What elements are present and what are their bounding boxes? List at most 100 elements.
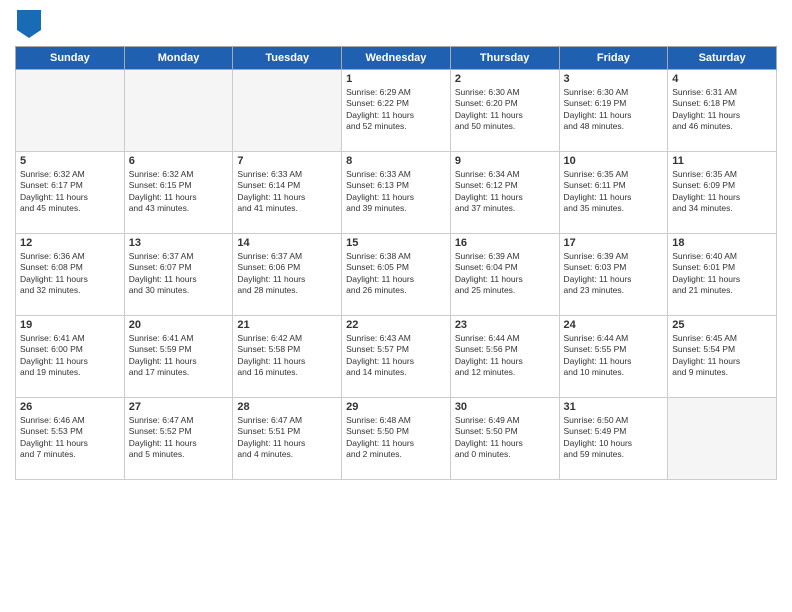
day-info: Sunrise: 6:48 AM Sunset: 5:50 PM Dayligh… [346, 415, 446, 461]
day-cell: 19Sunrise: 6:41 AM Sunset: 6:00 PM Dayli… [16, 316, 125, 398]
day-number: 6 [129, 155, 229, 167]
day-cell: 24Sunrise: 6:44 AM Sunset: 5:55 PM Dayli… [559, 316, 668, 398]
day-number: 28 [237, 401, 337, 413]
day-info: Sunrise: 6:33 AM Sunset: 6:13 PM Dayligh… [346, 169, 446, 215]
day-cell: 31 Sunrise: 6:50 AM Sunset: 5:49 PM Dayli… [559, 398, 668, 480]
day-cell: 11Sunrise: 6:35 AM Sunset: 6:09 PM Dayli… [668, 152, 777, 234]
day-number: 1 [346, 73, 446, 85]
day-cell: 5Sunrise: 6:32 AM Sunset: 6:17 PM Daylig… [16, 152, 125, 234]
day-number: 7 [237, 155, 337, 167]
day-info: Sunrise: 6:47 AM Sunset: 5:52 PM Dayligh… [129, 415, 229, 461]
day-cell: 27 Sunrise: 6:47 AM Sunset: 5:52 PM Dayli… [124, 398, 233, 480]
day-number: 10 [564, 155, 664, 167]
day-number: 4 [672, 73, 772, 85]
day-number: 12 [20, 237, 120, 249]
day-cell: 3Sunrise: 6:30 AM Sunset: 6:19 PM Daylig… [559, 70, 668, 152]
day-cell: 9 Sunrise: 6:34 AM Sunset: 6:12 PM Daylig… [450, 152, 559, 234]
day-cell [16, 70, 125, 152]
day-info: Sunrise: 6:43 AM Sunset: 5:57 PM Dayligh… [346, 333, 446, 379]
day-number: 8 [346, 155, 446, 167]
day-number: 16 [455, 237, 555, 249]
day-number: 24 [564, 319, 664, 331]
day-info: Sunrise: 6:30 AM Sunset: 6:20 PM Dayligh… [455, 87, 555, 133]
day-number: 9 [455, 155, 555, 167]
day-number: 29 [346, 401, 446, 413]
weekday-saturday: Saturday [668, 47, 777, 70]
day-cell: 13 Sunrise: 6:37 AM Sunset: 6:07 PM Dayli… [124, 234, 233, 316]
day-cell: 1 Sunrise: 6:29 AM Sunset: 6:22 PM Daylig… [342, 70, 451, 152]
day-number: 20 [129, 319, 229, 331]
week-row-3: 12 Sunrise: 6:36 AM Sunset: 6:08 PM Dayli… [16, 234, 777, 316]
day-cell: 7 Sunrise: 6:33 AM Sunset: 6:14 PM Daylig… [233, 152, 342, 234]
day-cell: 25Sunrise: 6:45 AM Sunset: 5:54 PM Dayli… [668, 316, 777, 398]
calendar: SundayMondayTuesdayWednesdayThursdayFrid… [15, 46, 777, 480]
day-cell: 16 Sunrise: 6:39 AM Sunset: 6:04 PM Dayli… [450, 234, 559, 316]
day-cell: 30Sunrise: 6:49 AM Sunset: 5:50 PM Dayli… [450, 398, 559, 480]
day-cell: 14Sunrise: 6:37 AM Sunset: 6:06 PM Dayli… [233, 234, 342, 316]
day-cell: 23Sunrise: 6:44 AM Sunset: 5:56 PM Dayli… [450, 316, 559, 398]
day-info: Sunrise: 6:29 AM Sunset: 6:22 PM Dayligh… [346, 87, 446, 133]
day-number: 2 [455, 73, 555, 85]
day-number: 31 [564, 401, 664, 413]
week-row-5: 26 Sunrise: 6:46 AM Sunset: 5:53 PM Dayli… [16, 398, 777, 480]
day-info: Sunrise: 6:36 AM Sunset: 6:08 PM Dayligh… [20, 251, 120, 297]
weekday-header-row: SundayMondayTuesdayWednesdayThursdayFrid… [16, 47, 777, 70]
day-info: Sunrise: 6:35 AM Sunset: 6:11 PM Dayligh… [564, 169, 664, 215]
day-info: Sunrise: 6:38 AM Sunset: 6:05 PM Dayligh… [346, 251, 446, 297]
day-number: 14 [237, 237, 337, 249]
day-number: 25 [672, 319, 772, 331]
day-cell: 20 Sunrise: 6:41 AM Sunset: 5:59 PM Dayli… [124, 316, 233, 398]
day-info: Sunrise: 6:32 AM Sunset: 6:15 PM Dayligh… [129, 169, 229, 215]
day-cell [668, 398, 777, 480]
day-cell: 26 Sunrise: 6:46 AM Sunset: 5:53 PM Dayli… [16, 398, 125, 480]
logo-icon [17, 10, 41, 38]
day-info: Sunrise: 6:50 AM Sunset: 5:49 PM Dayligh… [564, 415, 664, 461]
day-cell: 12 Sunrise: 6:36 AM Sunset: 6:08 PM Dayli… [16, 234, 125, 316]
day-cell [124, 70, 233, 152]
day-cell: 17Sunrise: 6:39 AM Sunset: 6:03 PM Dayli… [559, 234, 668, 316]
weekday-tuesday: Tuesday [233, 47, 342, 70]
day-cell: 18 Sunrise: 6:40 AM Sunset: 6:01 PM Dayli… [668, 234, 777, 316]
week-row-4: 19Sunrise: 6:41 AM Sunset: 6:00 PM Dayli… [16, 316, 777, 398]
weekday-wednesday: Wednesday [342, 47, 451, 70]
day-cell: 29 Sunrise: 6:48 AM Sunset: 5:50 PM Dayli… [342, 398, 451, 480]
day-info: Sunrise: 6:34 AM Sunset: 6:12 PM Dayligh… [455, 169, 555, 215]
day-cell: 8 Sunrise: 6:33 AM Sunset: 6:13 PM Daylig… [342, 152, 451, 234]
day-info: Sunrise: 6:41 AM Sunset: 5:59 PM Dayligh… [129, 333, 229, 379]
day-number: 27 [129, 401, 229, 413]
day-cell [233, 70, 342, 152]
day-info: Sunrise: 6:47 AM Sunset: 5:51 PM Dayligh… [237, 415, 337, 461]
weekday-sunday: Sunday [16, 47, 125, 70]
day-info: Sunrise: 6:39 AM Sunset: 6:04 PM Dayligh… [455, 251, 555, 297]
day-info: Sunrise: 6:46 AM Sunset: 5:53 PM Dayligh… [20, 415, 120, 461]
day-number: 13 [129, 237, 229, 249]
day-cell: 22 Sunrise: 6:43 AM Sunset: 5:57 PM Dayli… [342, 316, 451, 398]
day-info: Sunrise: 6:44 AM Sunset: 5:56 PM Dayligh… [455, 333, 555, 379]
day-cell: 28 Sunrise: 6:47 AM Sunset: 5:51 PM Dayli… [233, 398, 342, 480]
day-number: 18 [672, 237, 772, 249]
weekday-monday: Monday [124, 47, 233, 70]
day-info: Sunrise: 6:49 AM Sunset: 5:50 PM Dayligh… [455, 415, 555, 461]
day-number: 17 [564, 237, 664, 249]
day-info: Sunrise: 6:37 AM Sunset: 6:07 PM Dayligh… [129, 251, 229, 297]
day-info: Sunrise: 6:30 AM Sunset: 6:19 PM Dayligh… [564, 87, 664, 133]
day-number: 15 [346, 237, 446, 249]
day-info: Sunrise: 6:40 AM Sunset: 6:01 PM Dayligh… [672, 251, 772, 297]
day-info: Sunrise: 6:32 AM Sunset: 6:17 PM Dayligh… [20, 169, 120, 215]
day-info: Sunrise: 6:35 AM Sunset: 6:09 PM Dayligh… [672, 169, 772, 215]
week-row-2: 5Sunrise: 6:32 AM Sunset: 6:17 PM Daylig… [16, 152, 777, 234]
day-number: 19 [20, 319, 120, 331]
logo [15, 10, 41, 38]
day-number: 26 [20, 401, 120, 413]
day-number: 22 [346, 319, 446, 331]
week-row-1: 1 Sunrise: 6:29 AM Sunset: 6:22 PM Daylig… [16, 70, 777, 152]
header [15, 10, 777, 38]
day-cell: 15 Sunrise: 6:38 AM Sunset: 6:05 PM Dayli… [342, 234, 451, 316]
day-cell: 2 Sunrise: 6:30 AM Sunset: 6:20 PM Daylig… [450, 70, 559, 152]
day-info: Sunrise: 6:33 AM Sunset: 6:14 PM Dayligh… [237, 169, 337, 215]
day-cell: 4Sunrise: 6:31 AM Sunset: 6:18 PM Daylig… [668, 70, 777, 152]
day-cell: 10 Sunrise: 6:35 AM Sunset: 6:11 PM Dayli… [559, 152, 668, 234]
page: SundayMondayTuesdayWednesdayThursdayFrid… [0, 0, 792, 612]
day-number: 21 [237, 319, 337, 331]
weekday-thursday: Thursday [450, 47, 559, 70]
